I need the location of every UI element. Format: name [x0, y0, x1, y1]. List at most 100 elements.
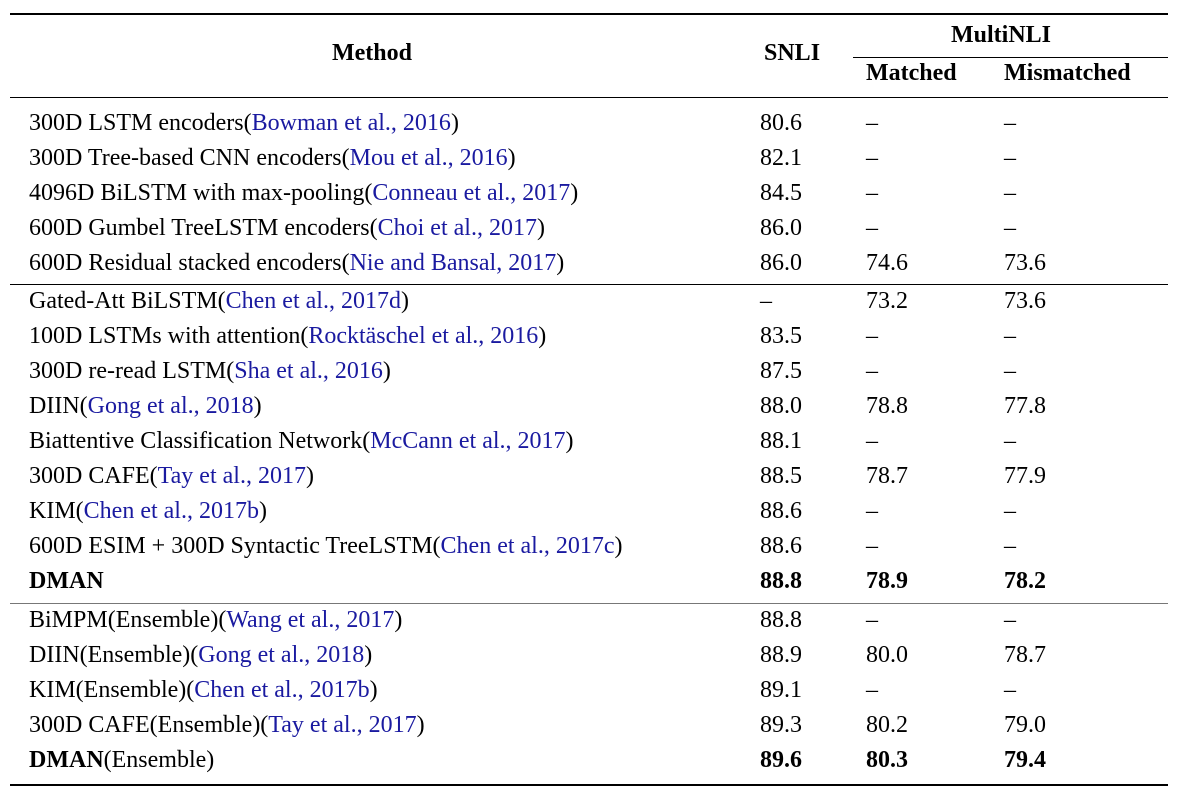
mismatched-value: 79.4 [1004, 747, 1046, 773]
matched-value: – [866, 428, 878, 454]
matched-value: 78.8 [866, 393, 908, 419]
method-cell: 300D re-read LSTM(Sha et al., 2016) [29, 354, 391, 389]
table-row: BiMPM(Ensemble)(Wang et al., 2017) 88.8 – – [0, 603, 1190, 638]
citation-link[interactable]: Nie and Bansal, 2017 [350, 250, 557, 276]
citation-link[interactable]: Chen et al., 2017b [194, 677, 369, 703]
snli-value: 88.8 [760, 568, 802, 594]
method-name: 300D CAFE( [29, 463, 158, 489]
citation-link[interactable]: McCann et al., 2017 [370, 428, 565, 454]
method-name: 300D re-read LSTM( [29, 358, 235, 384]
citation-link[interactable]: Chen et al., 2017b [84, 498, 259, 524]
table-row: 600D ESIM + 300D Syntactic TreeLSTM(Chen… [0, 529, 1190, 564]
mismatched-value: – [1004, 215, 1016, 241]
citation-close: ) [450, 110, 459, 136]
snli-value: 88.5 [760, 463, 802, 489]
method-name: 300D CAFE(Ensemble)( [29, 712, 269, 738]
citation-close: ) [538, 323, 547, 349]
method-cell: DIIN(Ensemble)(Gong et al., 2018) [29, 638, 372, 673]
mismatched-value: 78.7 [1004, 642, 1046, 668]
table-row: 100D LSTMs with attention(Rocktäschel et… [0, 319, 1190, 354]
citation-close: ) [258, 498, 267, 524]
method-name: (Ensemble) [103, 747, 215, 773]
method-cell: 600D Residual stacked encoders(Nie and B… [29, 246, 564, 281]
citation-link[interactable]: Tay et al., 2017 [268, 712, 416, 738]
table-row: 300D CAFE(Tay et al., 2017) 88.5 78.7 77.9 [0, 459, 1190, 494]
method-cell: 4096D BiLSTM with max-pooling(Conneau et… [29, 176, 578, 211]
citation-close: ) [400, 288, 409, 314]
table-row: 300D LSTM encoders(Bowman et al., 2016) 8… [0, 106, 1190, 141]
citation-link[interactable]: Bowman et al., 2016 [252, 110, 451, 136]
citation-close: ) [536, 215, 545, 241]
snli-value: 80.6 [760, 110, 802, 136]
citation-link[interactable]: Mou et al., 2016 [350, 145, 508, 171]
mismatched-value: 77.8 [1004, 393, 1046, 419]
method-bold: DMAN [29, 568, 104, 594]
mismatched-value: 78.2 [1004, 568, 1046, 594]
top-rule [10, 13, 1168, 15]
matched-value: 80.3 [866, 747, 908, 773]
header-rule [10, 97, 1168, 98]
method-name: 600D Gumbel TreeLSTM encoders( [29, 215, 378, 241]
citation-close: ) [253, 393, 262, 419]
citation-link[interactable]: Gong et al., 2018 [198, 642, 364, 668]
table-row: 300D re-read LSTM(Sha et al., 2016) 87.5 –… [0, 354, 1190, 389]
method-cell: Gated-Att BiLSTM(Chen et al., 2017d) [29, 284, 409, 319]
table-row: KIM(Ensemble)(Chen et al., 2017b) 89.1 – – [0, 673, 1190, 708]
matched-value: – [866, 110, 878, 136]
citation-close: ) [570, 180, 579, 206]
method-cell: 300D CAFE(Ensemble)(Tay et al., 2017) [29, 708, 425, 743]
matched-value: – [866, 215, 878, 241]
table-row: DIIN(Ensemble)(Gong et al., 2018) 88.9 80.… [0, 638, 1190, 673]
table-row: 300D Tree-based CNN encoders(Mou et al.,… [0, 141, 1190, 176]
citation-close: ) [369, 677, 378, 703]
method-name: 300D LSTM encoders( [29, 110, 252, 136]
mismatched-value: – [1004, 533, 1016, 559]
header-multinli: MultiNLI [951, 22, 1052, 48]
matched-value: – [866, 498, 878, 524]
snli-value: 88.6 [760, 498, 802, 524]
mismatched-value: 79.0 [1004, 712, 1046, 738]
citation-link[interactable]: Tay et al., 2017 [158, 463, 306, 489]
citation-close: ) [507, 145, 516, 171]
citation-link[interactable]: Sha et al., 2016 [234, 358, 383, 384]
method-cell: KIM(Chen et al., 2017b) [29, 494, 267, 529]
method-cell: DIIN(Gong et al., 2018) [29, 389, 262, 424]
citation-link[interactable]: Choi et al., 2017 [378, 215, 537, 241]
snli-value: 89.6 [760, 747, 802, 773]
citation-close: ) [565, 428, 574, 454]
citation-link[interactable]: Gong et al., 2018 [88, 393, 254, 419]
citation-link[interactable]: Chen et al., 2017c [441, 533, 615, 559]
matched-value: – [866, 607, 878, 633]
method-bold: DMAN [29, 747, 104, 773]
header-mismatched: Mismatched [1004, 60, 1131, 86]
mismatched-value: – [1004, 180, 1016, 206]
citation-close: ) [394, 607, 403, 633]
table-row: KIM(Chen et al., 2017b) 88.6 – – [0, 494, 1190, 529]
mismatched-value: – [1004, 607, 1016, 633]
header-snli: SNLI [764, 40, 821, 66]
mismatched-value: – [1004, 323, 1016, 349]
matched-value: – [866, 533, 878, 559]
snli-value: – [760, 288, 772, 314]
matched-value: 74.6 [866, 250, 908, 276]
method-name: Gated-Att BiLSTM( [29, 288, 226, 314]
snli-value: 89.1 [760, 677, 802, 703]
mismatched-value: 77.9 [1004, 463, 1046, 489]
citation-link[interactable]: Chen et al., 2017d [226, 288, 401, 314]
matched-value: 78.9 [866, 568, 908, 594]
citation-link[interactable]: Rocktäschel et al., 2016 [308, 323, 538, 349]
method-name: DIIN( [29, 393, 88, 419]
matched-value: – [866, 358, 878, 384]
citation-close: ) [416, 712, 425, 738]
method-name: 600D Residual stacked encoders( [29, 250, 350, 276]
matched-value: – [866, 323, 878, 349]
bottom-rule [10, 784, 1168, 786]
snli-value: 88.6 [760, 533, 802, 559]
method-cell: 100D LSTMs with attention(Rocktäschel et… [29, 319, 546, 354]
citation-link[interactable]: Wang et al., 2017 [226, 607, 394, 633]
citation-close: ) [382, 358, 391, 384]
matched-value: – [866, 180, 878, 206]
matched-value: 80.0 [866, 642, 908, 668]
citation-link[interactable]: Conneau et al., 2017 [372, 180, 570, 206]
table-row: Biattentive Classification Network(McCan… [0, 424, 1190, 459]
